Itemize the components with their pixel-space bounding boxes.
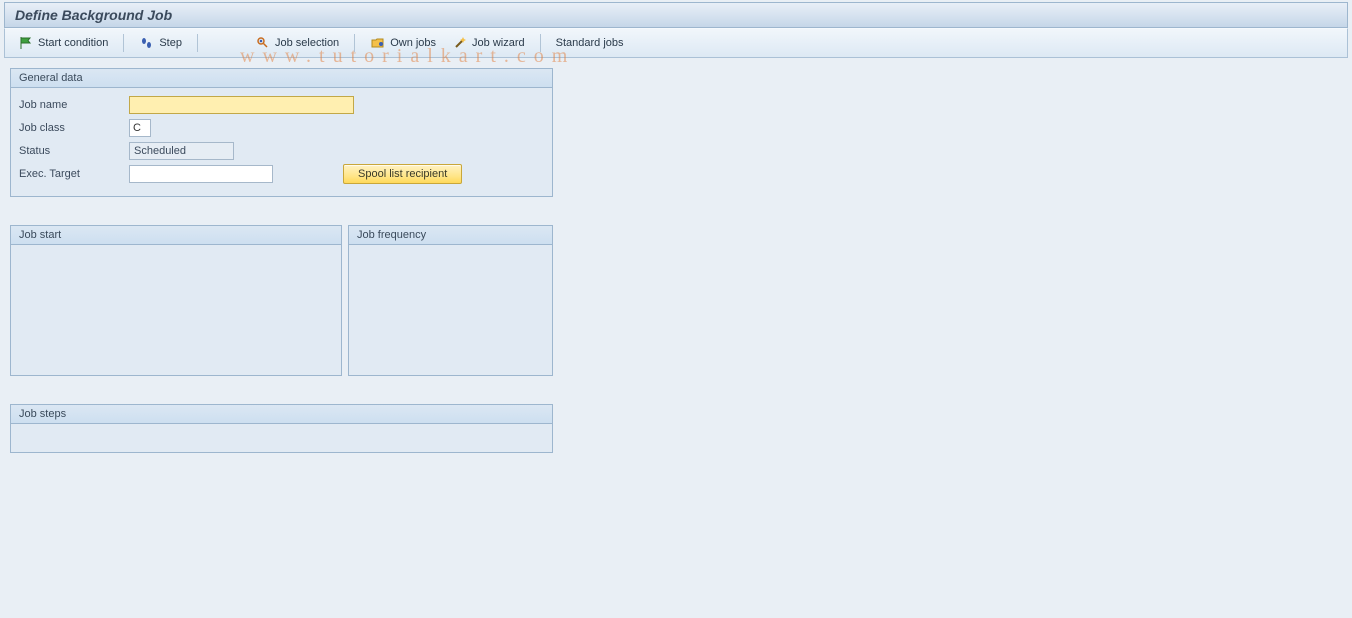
folder-person-icon: [370, 35, 386, 51]
exec-target-label: Exec. Target: [19, 168, 129, 180]
step-button[interactable]: Step: [132, 32, 189, 54]
job-steps-panel: Job steps: [10, 404, 553, 453]
general-data-group: General data Job name Job class Status E…: [10, 68, 553, 197]
job-steps-title: Job steps: [11, 405, 552, 424]
start-condition-label: Start condition: [38, 37, 108, 49]
job-name-label: Job name: [19, 99, 129, 111]
own-jobs-label: Own jobs: [390, 37, 436, 49]
page-title: Define Background Job: [15, 7, 172, 23]
content-area: General data Job name Job class Status E…: [0, 62, 1352, 487]
separator: [540, 34, 541, 52]
separator: [354, 34, 355, 52]
job-start-panel: Job start: [10, 225, 342, 376]
spool-recipient-button[interactable]: Spool list recipient: [343, 164, 462, 184]
job-frequency-title: Job frequency: [349, 226, 552, 245]
person-search-icon: [255, 35, 271, 51]
general-data-title: General data: [11, 69, 552, 88]
separator: [197, 34, 198, 52]
job-selection-label: Job selection: [275, 37, 339, 49]
exec-target-input[interactable]: [129, 165, 273, 183]
standard-jobs-label: Standard jobs: [556, 37, 624, 49]
job-wizard-button[interactable]: Job wizard: [445, 32, 532, 54]
job-class-label: Job class: [19, 122, 129, 134]
job-selection-button[interactable]: Job selection: [248, 32, 346, 54]
separator: [123, 34, 124, 52]
job-start-title: Job start: [11, 226, 341, 245]
status-label: Status: [19, 145, 129, 157]
standard-jobs-button[interactable]: Standard jobs: [549, 32, 631, 54]
wand-icon: [452, 35, 468, 51]
application-toolbar: Start condition Step Job selection Own j…: [4, 28, 1348, 58]
job-class-input[interactable]: [129, 119, 151, 137]
own-jobs-button[interactable]: Own jobs: [363, 32, 443, 54]
job-wizard-label: Job wizard: [472, 37, 525, 49]
start-condition-button[interactable]: Start condition: [11, 32, 115, 54]
step-label: Step: [159, 37, 182, 49]
status-field: [129, 142, 234, 160]
job-name-input[interactable]: [129, 96, 354, 114]
footsteps-icon: [139, 35, 155, 51]
window-title-bar: Define Background Job: [4, 2, 1348, 28]
job-frequency-panel: Job frequency: [348, 225, 553, 376]
flag-icon: [18, 35, 34, 51]
